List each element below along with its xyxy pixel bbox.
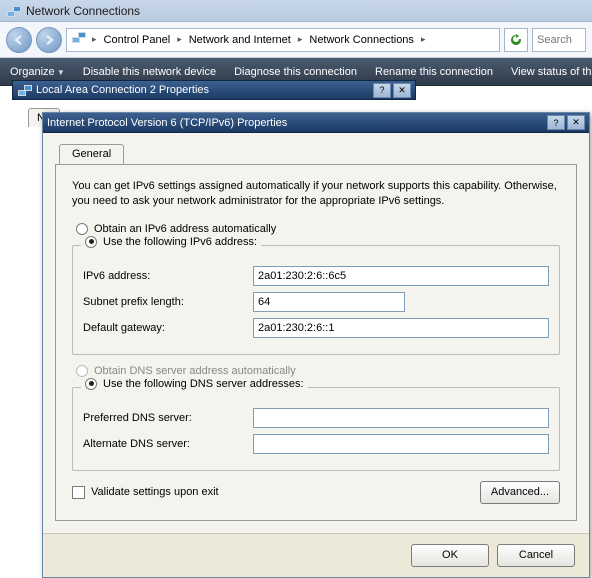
validate-checkbox[interactable] (72, 486, 85, 499)
radio-auto-dns: Obtain DNS server address automatically (76, 365, 560, 377)
forward-button[interactable] (36, 27, 62, 53)
advanced-button[interactable]: Advanced... (480, 481, 560, 504)
radio-auto-address-label: Obtain an IPv6 address automatically (94, 223, 276, 235)
view-status-cmd[interactable]: View status of this (511, 66, 592, 78)
search-input[interactable]: Search (532, 28, 586, 52)
address-breadcrumb[interactable]: ▸ Control Panel ▸ Network and Internet ▸… (66, 28, 500, 52)
cancel-button[interactable]: Cancel (497, 544, 575, 567)
help-button[interactable]: ? (547, 115, 565, 130)
ipv6-address-input[interactable] (253, 266, 549, 286)
diagnose-cmd[interactable]: Diagnose this connection (234, 66, 357, 78)
organize-menu[interactable]: Organize (10, 66, 65, 78)
crumb-control-panel[interactable]: Control Panel (102, 34, 173, 46)
rename-cmd[interactable]: Rename this connection (375, 66, 493, 78)
close-button[interactable]: ✕ (567, 115, 585, 130)
chevron-right-icon[interactable]: ▸ (92, 34, 97, 45)
crumb-network-connections[interactable]: Network Connections (307, 34, 416, 46)
radio-icon (85, 236, 97, 248)
alternate-dns-input[interactable] (253, 434, 549, 454)
radio-icon (85, 378, 97, 390)
refresh-button[interactable] (504, 28, 528, 52)
description-text: You can get IPv6 settings assigned autom… (72, 179, 560, 209)
tab-general[interactable]: General (59, 144, 124, 164)
ipv6-body: General You can get IPv6 settings assign… (43, 133, 589, 533)
radio-auto-address[interactable]: Obtain an IPv6 address automatically (76, 223, 560, 235)
radio-manual-dns-label: Use the following DNS server addresses: (103, 378, 304, 390)
disable-device-cmd[interactable]: Disable this network device (83, 66, 216, 78)
preferred-dns-label: Preferred DNS server: (83, 412, 253, 424)
address-groupbox: Use the following IPv6 address: IPv6 add… (72, 245, 560, 355)
search-placeholder: Search (537, 34, 572, 46)
tab-strip: General (55, 143, 577, 165)
window-title: Network Connections (26, 4, 140, 18)
crumb-network-internet[interactable]: Network and Internet (187, 34, 293, 46)
lac2-properties-dialog: Local Area Connection 2 Properties ? ✕ (12, 80, 416, 104)
help-button[interactable]: ? (373, 83, 391, 98)
chevron-right-icon[interactable]: ▸ (298, 34, 303, 45)
lac2-title: Local Area Connection 2 Properties (36, 84, 209, 96)
explorer-window: Network Connections ▸ Control Panel ▸ Ne… (0, 0, 592, 86)
default-gateway-label: Default gateway: (83, 322, 253, 334)
network-connections-icon (6, 4, 20, 18)
radio-auto-dns-label: Obtain DNS server address automatically (94, 365, 296, 377)
radio-manual-dns[interactable]: Use the following DNS server addresses: (81, 378, 308, 390)
window-titlebar: Network Connections (0, 0, 592, 22)
validate-label: Validate settings upon exit (91, 486, 219, 498)
network-adapter-icon (17, 83, 31, 97)
back-button[interactable] (6, 27, 32, 53)
radio-manual-address-label: Use the following IPv6 address: (103, 236, 257, 248)
dialog-button-row: OK Cancel (43, 533, 589, 577)
dns-groupbox: Use the following DNS server addresses: … (72, 387, 560, 471)
ipv6-title: Internet Protocol Version 6 (TCP/IPv6) P… (47, 117, 287, 129)
chevron-right-icon[interactable]: ▸ (421, 34, 426, 45)
ipv6-properties-dialog: Internet Protocol Version 6 (TCP/IPv6) P… (42, 112, 590, 578)
radio-manual-address[interactable]: Use the following IPv6 address: (81, 236, 261, 248)
nav-toolbar: ▸ Control Panel ▸ Network and Internet ▸… (0, 22, 592, 58)
radio-icon (76, 365, 88, 377)
ipv6-titlebar: Internet Protocol Version 6 (TCP/IPv6) P… (43, 113, 589, 133)
chevron-right-icon[interactable]: ▸ (177, 34, 182, 45)
lac2-titlebar: Local Area Connection 2 Properties ? ✕ (12, 80, 416, 100)
prefix-length-input[interactable] (253, 292, 405, 312)
prefix-length-label: Subnet prefix length: (83, 296, 253, 308)
network-connections-icon (71, 30, 87, 49)
default-gateway-input[interactable] (253, 318, 549, 338)
radio-icon (76, 223, 88, 235)
close-button[interactable]: ✕ (393, 83, 411, 98)
alternate-dns-label: Alternate DNS server: (83, 438, 253, 450)
tab-general-content: You can get IPv6 settings assigned autom… (55, 165, 577, 521)
ipv6-address-label: IPv6 address: (83, 270, 253, 282)
ok-button[interactable]: OK (411, 544, 489, 567)
preferred-dns-input[interactable] (253, 408, 549, 428)
